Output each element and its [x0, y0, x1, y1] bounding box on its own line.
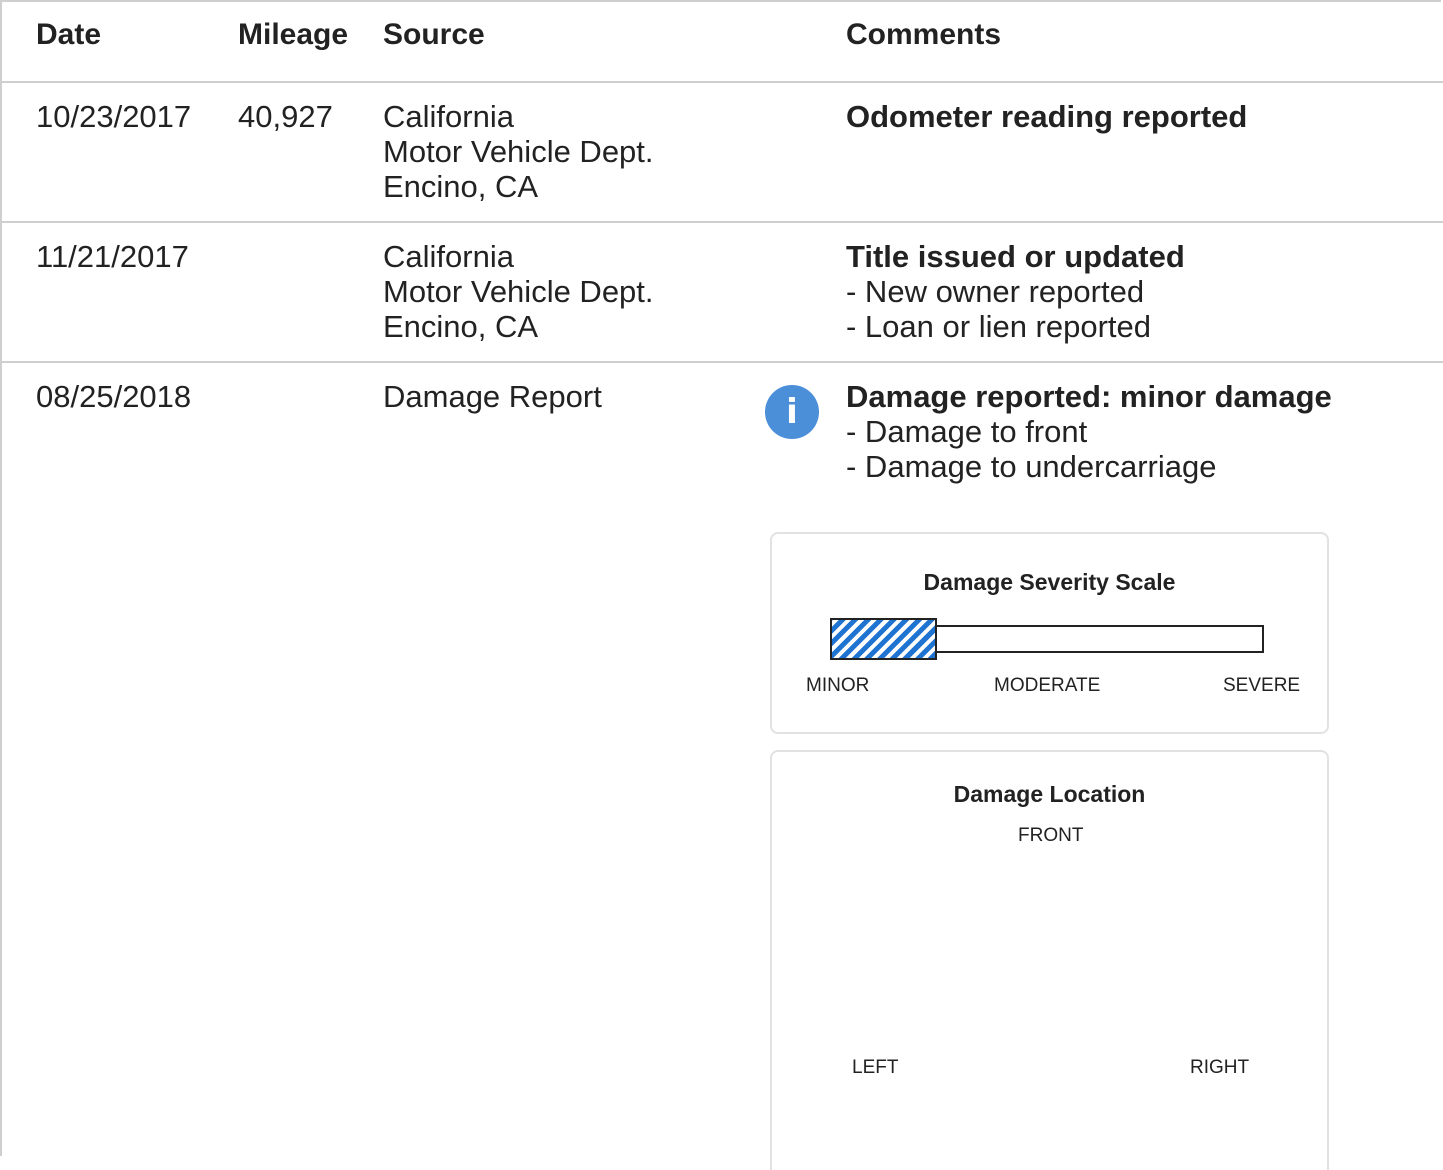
row-source: California Motor Vehicle Dept. Encino, C… — [383, 99, 654, 204]
table-row: 10/23/2017 40,927 California Motor Vehic… — [2, 83, 1443, 223]
comment-title: Title issued or updated — [846, 239, 1185, 274]
info-icon[interactable]: i — [765, 385, 819, 439]
row-mileage: 40,927 — [238, 99, 333, 134]
severity-scale-track — [830, 618, 1264, 660]
source-line: California — [383, 239, 514, 274]
scale-label-moderate: MODERATE — [994, 675, 1101, 696]
comment-title: Damage reported: minor damage — [846, 379, 1332, 414]
row-comments: Odometer reading reported — [846, 99, 1247, 134]
row-date: 08/25/2018 — [36, 379, 192, 414]
header-date: Date — [36, 18, 102, 51]
row-date: 11/21/2017 — [36, 239, 189, 274]
row-date: 10/23/2017 — [36, 99, 192, 134]
source-line: Motor Vehicle Dept. — [383, 274, 654, 309]
comment-item: - New owner reported — [846, 274, 1145, 309]
location-label-right: RIGHT — [1190, 1057, 1250, 1078]
scale-label-minor: MINOR — [806, 675, 870, 696]
row-source: Damage Report — [383, 379, 602, 414]
damage-severity-panel: Damage Severity Scale MINOR MODERATE SEV… — [770, 532, 1329, 734]
header-mileage: Mileage — [238, 18, 349, 51]
row-comments: Title issued or updated - New owner repo… — [846, 239, 1185, 344]
source-line: Encino, CA — [383, 309, 539, 344]
source-line: Damage Report — [383, 379, 602, 414]
source-line: Encino, CA — [383, 169, 539, 204]
row-comments: Damage reported: minor damage - Damage t… — [846, 379, 1332, 484]
source-line: Motor Vehicle Dept. — [383, 134, 654, 169]
table-row: 11/21/2017 California Motor Vehicle Dept… — [2, 223, 1443, 363]
row-source: California Motor Vehicle Dept. Encino, C… — [383, 239, 654, 344]
panel-title: Damage Location — [953, 781, 1146, 807]
source-line: California — [383, 99, 514, 134]
vehicle-history-table: Date Mileage Source Comments 10/23/2017 … — [0, 0, 1443, 1170]
comment-item: - Damage to undercarriage — [846, 449, 1217, 484]
damage-location-panel: Damage Location FRONT LEFT RIGHT — [770, 750, 1329, 1170]
severity-scale-fill — [830, 618, 937, 660]
location-label-front: FRONT — [1018, 825, 1084, 846]
location-label-left: LEFT — [852, 1057, 899, 1078]
scale-label-severe: SEVERE — [1223, 675, 1301, 696]
panel-title: Damage Severity Scale — [923, 569, 1176, 595]
comment-item: - Loan or lien reported — [846, 309, 1152, 344]
comment-item: - Damage to front — [846, 414, 1088, 449]
table-header: Date Mileage Source Comments — [2, 2, 1443, 83]
header-source: Source — [383, 18, 485, 51]
header-comments: Comments — [846, 18, 1002, 51]
comment-title: Odometer reading reported — [846, 99, 1248, 134]
